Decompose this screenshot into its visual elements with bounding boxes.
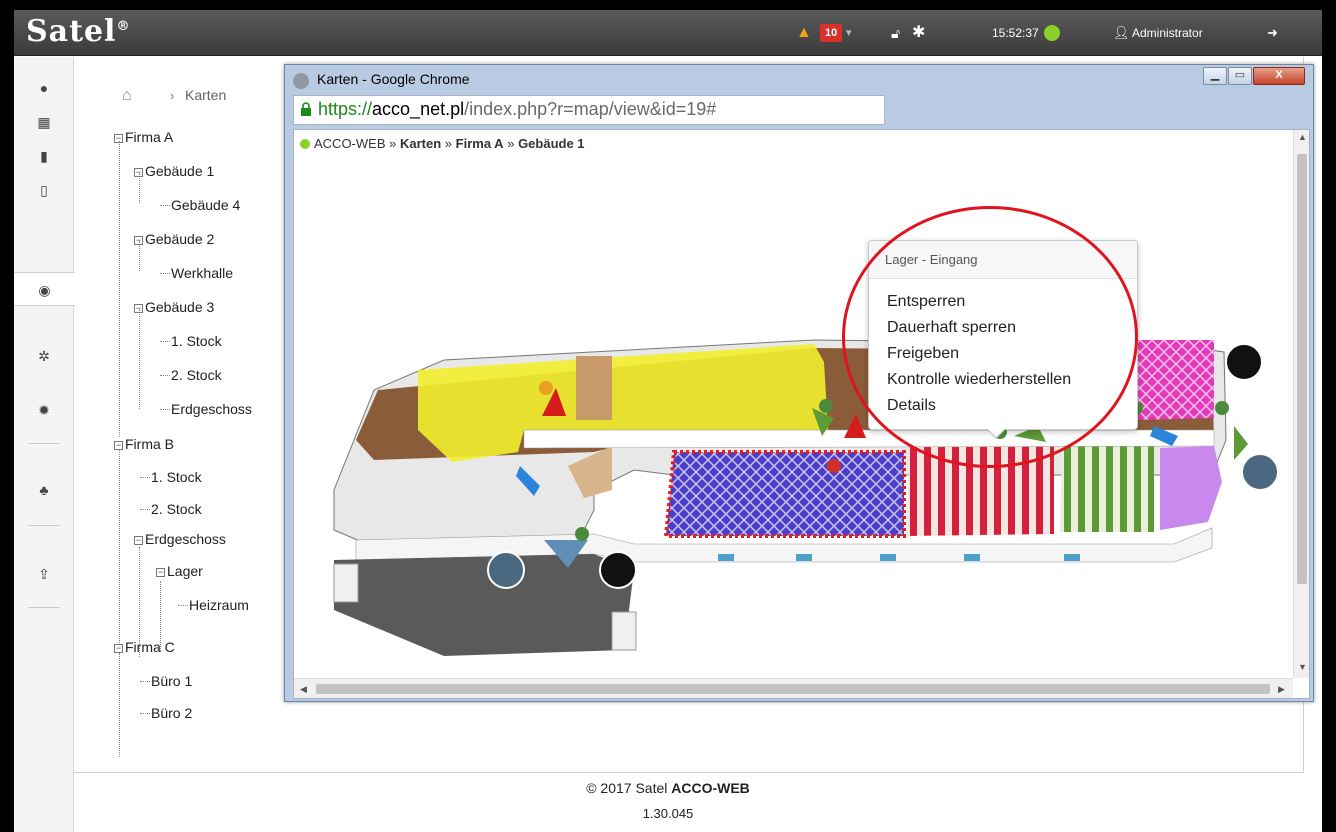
icon-sidebar: ● ▦ ▮ ▯ ◉ ✲ ✹ ♣ ⇪ [14, 57, 75, 832]
divider [28, 525, 60, 526]
browser-page: ACCO-WEB » Karten » Firma A » Gebäude 1 … [293, 129, 1310, 699]
url-text: https://acco_net.pl/index.php?r=map/view… [318, 99, 717, 119]
chrome-icon [293, 73, 309, 89]
tree-node-gebaeude-3[interactable]: − Gebäude 3 [134, 297, 214, 317]
browser-window: Karten - Google Chrome ▁ ▭ X https://acc… [284, 64, 1314, 702]
browser-title-bar: Karten - Google Chrome [293, 69, 1193, 91]
maximize-button[interactable]: ▭ [1228, 67, 1252, 85]
tree-node-b-erdgeschoss[interactable]: − Erdgeschoss [134, 529, 226, 549]
clock-time: 15:52:37 [992, 26, 1039, 40]
tree-node-firma-b[interactable]: − Firma B [114, 434, 174, 454]
content-divider [74, 772, 1304, 773]
scroll-down-arrow[interactable]: ▼ [1298, 662, 1307, 672]
gear-icon[interactable]: ✹ [14, 393, 74, 427]
scroll-right-arrow[interactable]: ▶ [1278, 684, 1285, 695]
app-frame: Satel® ▲ 10 ▾ 🔓︎ ✱ 15:52:37 👤︎ Administr… [14, 10, 1322, 832]
cogs-icon[interactable]: ✲ [14, 339, 74, 373]
breadcrumb-gebaeude-1: Gebäude 1 [518, 136, 585, 151]
users-icon[interactable]: ● [14, 71, 74, 105]
chevron-down-icon[interactable]: ▾ [846, 10, 852, 56]
footer-copyright: © 2017 Satel ACCO-WEB [586, 780, 750, 796]
user-name[interactable]: Administrator [1132, 10, 1203, 56]
globe-icon[interactable]: ◉ [14, 272, 75, 306]
tree-node-gebaeude-1[interactable]: − Gebäude 1 [134, 161, 214, 181]
asterisk-icon[interactable]: ✱ [912, 10, 925, 56]
tree-node-gebaeude-2[interactable]: − Gebäude 2 [134, 229, 214, 249]
minimize-button[interactable]: ▁ [1203, 67, 1227, 85]
logout-icon[interactable]: ➜ [1267, 10, 1278, 56]
unlock-icon[interactable]: 🔓︎ [891, 10, 900, 56]
alarm-count-badge[interactable]: 10 [820, 24, 843, 42]
tree-node-1-stock[interactable]: 1. Stock [160, 331, 222, 351]
tree-node-firma-c[interactable]: − Firma C [114, 637, 175, 657]
tree-node-2-stock[interactable]: 2. Stock [160, 365, 222, 385]
floor-plan-map[interactable] [294, 130, 1293, 678]
top-bar: Satel® ▲ 10 ▾ 🔓︎ ✱ 15:52:37 👤︎ Administr… [14, 10, 1322, 56]
status-dot [300, 139, 310, 149]
home-icon[interactable]: ⌂ [122, 87, 132, 105]
horizontal-scrollbar[interactable]: ◀ ▶ [294, 678, 1293, 698]
tree-node-werkhalle[interactable]: Werkhalle [160, 263, 233, 283]
tree-node-buero-1[interactable]: Büro 1 [140, 671, 192, 691]
tree-node-erdgeschoss[interactable]: Erdgeschoss [160, 399, 252, 419]
divider [28, 607, 60, 608]
divider [28, 443, 60, 444]
satel-logo: Satel® [26, 14, 131, 49]
tree-node-heizraum[interactable]: Heizraum [178, 595, 249, 615]
tree-node-lager[interactable]: − Lager [156, 561, 203, 581]
user-icon[interactable]: 👤︎ [1113, 10, 1130, 56]
connection-status-indicator [1044, 25, 1060, 41]
breadcrumb-firma-a[interactable]: Firma A [456, 136, 504, 151]
page-breadcrumb: ACCO-WEB » Karten » Firma A » Gebäude 1 [300, 136, 585, 151]
lock-icon [301, 102, 311, 116]
tree-node-b-1-stock[interactable]: 1. Stock [140, 467, 202, 487]
tree-node-firma-a[interactable]: − Firma A [114, 127, 173, 147]
scroll-up-arrow[interactable]: ▲ [1298, 132, 1307, 142]
map-tree: ⌂ › Karten − Firma A − Gebäude 1 Gebäude 4… [74, 57, 286, 757]
breadcrumb-root[interactable]: ACCO-WEB [314, 136, 386, 151]
network-icon[interactable]: ♣ [14, 473, 74, 507]
breadcrumb-current: Karten [185, 87, 227, 103]
scroll-thumb[interactable] [316, 684, 1270, 694]
footer-version: 1.30.045 [642, 806, 694, 821]
close-button[interactable]: X [1253, 67, 1305, 85]
tree-node-buero-2[interactable]: Büro 2 [140, 703, 192, 723]
tree-node-gebaeude-4[interactable]: Gebäude 4 [160, 195, 240, 215]
vertical-scrollbar[interactable]: ▲ ▼ [1293, 130, 1309, 678]
scroll-thumb[interactable] [1297, 154, 1307, 584]
chevron-right-icon: › [170, 88, 175, 103]
documents-icon[interactable]: ▯ [14, 173, 74, 207]
warning-icon[interactable]: ▲ [796, 10, 812, 56]
upload-icon[interactable]: ⇪ [14, 557, 74, 591]
browser-title: Karten - Google Chrome [317, 71, 470, 87]
breadcrumb-karten[interactable]: Karten [400, 136, 441, 151]
document-icon[interactable]: ▮ [14, 139, 74, 173]
highlight-circle [842, 206, 1138, 468]
calendar-icon[interactable]: ▦ [14, 105, 74, 139]
address-bar[interactable]: https://acco_net.pl/index.php?r=map/view… [293, 95, 885, 125]
tree-node-b-2-stock[interactable]: 2. Stock [140, 499, 202, 519]
scroll-left-arrow[interactable]: ◀ [300, 684, 307, 695]
